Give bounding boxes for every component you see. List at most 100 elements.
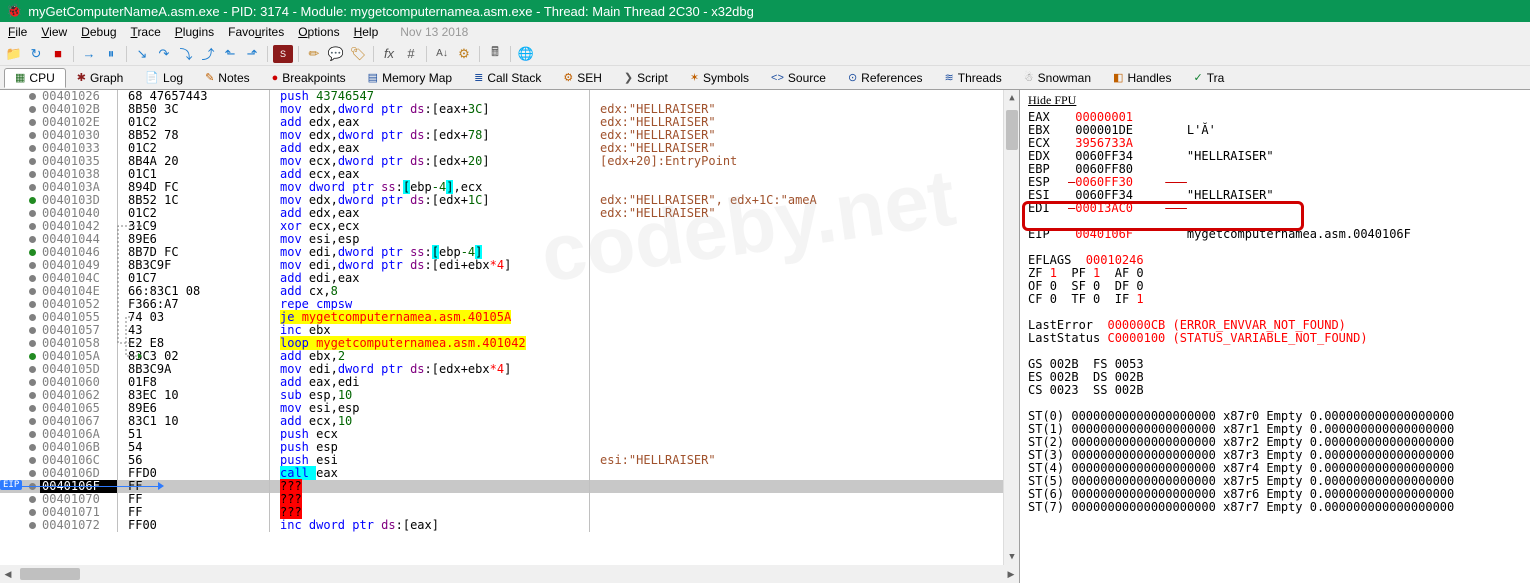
disasm-row[interactable]: 0040106783C1 10add ecx,10 xyxy=(0,415,1019,428)
scrollbar-thumb[interactable] xyxy=(1006,110,1018,150)
breakpoint-dot[interactable] xyxy=(29,262,36,269)
trinto-icon[interactable]: ⤵ xyxy=(176,45,196,63)
breakpoint-dot[interactable] xyxy=(29,184,36,191)
hide-fpu-link[interactable]: Hide FPU xyxy=(1028,94,1076,107)
breakpoint-dot[interactable] xyxy=(29,470,36,477)
registers-panel[interactable]: Hide FPUEAX 00000001 EBX 000001DE L'Ă'EC… xyxy=(1020,90,1530,583)
scroll-down-icon[interactable]: ▼ xyxy=(1004,549,1019,565)
scroll-up-icon[interactable]: ▲ xyxy=(1004,90,1019,106)
breakpoint-dot[interactable] xyxy=(29,249,36,256)
breakpoint-dot[interactable] xyxy=(29,145,36,152)
breakpoint-dot[interactable] xyxy=(29,340,36,347)
disasm-row[interactable]: 0040106DFFD0call eax xyxy=(0,467,1019,480)
web-icon[interactable]: 🌐 xyxy=(516,45,536,63)
tab-cpu[interactable]: ▦CPU xyxy=(4,68,66,88)
hash-icon[interactable]: # xyxy=(401,45,421,63)
tab-notes[interactable]: ✎Notes xyxy=(194,68,261,88)
trover-icon[interactable]: ⤴ xyxy=(198,45,218,63)
breakpoint-dot[interactable] xyxy=(29,353,36,360)
tab-thr[interactable]: ≋Threads xyxy=(934,68,1013,88)
breakpoint-dot[interactable] xyxy=(29,405,36,412)
az-icon[interactable]: A↓ xyxy=(432,45,452,63)
disasm-row[interactable]: 00401070FF??? xyxy=(0,493,1019,506)
tab-hnd[interactable]: ◧Handles xyxy=(1102,68,1182,88)
tab-ref[interactable]: ⊙References xyxy=(837,68,934,88)
restart-icon[interactable]: ↻ xyxy=(26,45,46,63)
tab-sym[interactable]: ✶Symbols xyxy=(679,68,760,88)
tab-graph[interactable]: ✱Graph xyxy=(66,68,135,88)
tab-seh[interactable]: ⚙SEH xyxy=(552,68,613,88)
fx-icon[interactable]: fx xyxy=(379,45,399,63)
vertical-scrollbar[interactable]: ▲ ▼ xyxy=(1003,90,1019,565)
tab-log[interactable]: 📄Log xyxy=(134,68,194,88)
breakpoint-dot[interactable] xyxy=(29,392,36,399)
breakpoint-dot[interactable] xyxy=(29,522,36,529)
breakpoint-dot[interactable] xyxy=(29,327,36,334)
breakpoint-dot[interactable] xyxy=(29,457,36,464)
breakpoint-dot[interactable] xyxy=(29,431,36,438)
breakpoint-dot[interactable] xyxy=(29,418,36,425)
tab-call[interactable]: ≣Call Stack xyxy=(463,68,552,88)
comment-icon[interactable]: 💬 xyxy=(326,45,346,63)
tab-snow[interactable]: ☃Snowman xyxy=(1013,68,1102,88)
stop-icon[interactable]: ■ xyxy=(48,45,68,63)
hscroll-thumb[interactable] xyxy=(20,568,80,580)
scroll-right-icon[interactable]: ▶ xyxy=(1003,566,1019,582)
disasm-row[interactable]: 0040105574 03je mygetcomputernamea.asm.4… xyxy=(0,311,1019,324)
tab-src[interactable]: <>Source xyxy=(760,68,837,88)
breakpoint-dot[interactable] xyxy=(29,119,36,126)
menu-debug[interactable]: Debug xyxy=(81,25,116,39)
script-icon: ❯ xyxy=(624,71,633,84)
run-icon[interactable]: → xyxy=(79,45,99,63)
breakpoint-dot[interactable] xyxy=(29,158,36,165)
disasm-row[interactable]: 00401072FF00inc dword ptr ds:[eax] xyxy=(0,519,1019,532)
menu-favourites[interactable]: Favourites xyxy=(228,25,284,39)
breakpoint-dot[interactable] xyxy=(29,132,36,139)
breakpoint-dot[interactable] xyxy=(29,314,36,321)
disasm-row[interactable]: 0040106B54push esp xyxy=(0,441,1019,454)
menu-view[interactable]: View xyxy=(41,25,67,39)
scylla-icon[interactable]: S xyxy=(273,45,293,63)
tab-script[interactable]: ❯Script xyxy=(613,68,679,88)
menu-help[interactable]: Help xyxy=(354,25,379,39)
calc-icon[interactable]: 🖩 xyxy=(485,45,505,63)
patch-icon[interactable]: ✏ xyxy=(304,45,324,63)
horizontal-scrollbar[interactable]: ◀ ▶ xyxy=(0,565,1019,583)
breakpoint-dot[interactable] xyxy=(29,509,36,516)
stepinto-icon[interactable]: ↘ xyxy=(132,45,152,63)
comment: esi:"HELLRAISER" xyxy=(590,454,1019,467)
menu-options[interactable]: Options xyxy=(298,25,339,39)
scroll-left-icon[interactable]: ◀ xyxy=(0,566,16,582)
breakpoint-dot[interactable] xyxy=(29,379,36,386)
menu-plugins[interactable]: Plugins xyxy=(175,25,214,39)
disasm-row[interactable]: 0040106A51push ecx xyxy=(0,428,1019,441)
trret-icon[interactable]: ⬑ xyxy=(220,45,240,63)
breakpoint-dot[interactable] xyxy=(29,223,36,230)
breakpoint-dot[interactable] xyxy=(29,496,36,503)
tab-tra[interactable]: ✓Tra xyxy=(1182,68,1235,88)
disassembly-listing[interactable]: 0040102668 47657443push 437465470040102B… xyxy=(0,90,1019,565)
breakpoint-dot[interactable] xyxy=(29,288,36,295)
breakpoint-dot[interactable] xyxy=(29,236,36,243)
breakpoint-dot[interactable] xyxy=(29,275,36,282)
trrun-icon[interactable]: ⬏ xyxy=(242,45,262,63)
breakpoint-dot[interactable] xyxy=(29,197,36,204)
tab-mem[interactable]: ▤Memory Map xyxy=(357,68,463,88)
breakpoint-dot[interactable] xyxy=(29,171,36,178)
breakpoint-dot[interactable] xyxy=(29,444,36,451)
label-icon[interactable]: 🏷 xyxy=(348,45,368,63)
menu-trace[interactable]: Trace xyxy=(131,25,161,39)
tab-bp[interactable]: ●Breakpoints xyxy=(261,68,357,88)
breakpoint-dot[interactable] xyxy=(29,106,36,113)
settings-icon[interactable]: ⚙ xyxy=(454,45,474,63)
bp-icon: ● xyxy=(272,72,279,84)
breakpoint-dot[interactable] xyxy=(29,93,36,100)
menu-file[interactable]: File xyxy=(8,25,27,39)
stepover-icon[interactable]: ↷ xyxy=(154,45,174,63)
breakpoint-dot[interactable] xyxy=(29,301,36,308)
breakpoint-dot[interactable] xyxy=(29,366,36,373)
breakpoint-dot[interactable] xyxy=(29,210,36,217)
open-icon[interactable]: 📁 xyxy=(4,45,24,63)
pause-icon[interactable]: ⏸ xyxy=(101,45,121,63)
src-icon: <> xyxy=(771,72,784,84)
